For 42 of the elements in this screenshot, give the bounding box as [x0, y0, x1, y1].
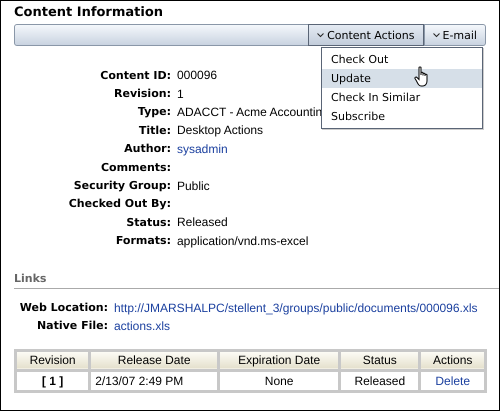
- section-title: Content Information: [14, 5, 164, 22]
- column-header: Expiration Date: [218, 350, 340, 370]
- menu-item[interactable]: Subscribe: [322, 107, 482, 126]
- column-header: Revision: [16, 350, 90, 370]
- field-label: Content ID:: [99, 68, 172, 82]
- field-value: 000096: [177, 68, 218, 82]
- chevron-icon: [317, 32, 324, 38]
- field-label: Security Group:: [72, 179, 172, 192]
- table-cell: None: [218, 370, 340, 392]
- menu-item[interactable]: Update: [322, 69, 482, 88]
- field-label: Checked Out By:: [68, 197, 172, 210]
- column-header: Release Date: [90, 350, 219, 370]
- field-label: Revision:: [113, 87, 172, 100]
- field-label: Author:: [123, 142, 172, 156]
- field-value: 1: [177, 86, 184, 101]
- field-value: Public: [177, 178, 210, 193]
- delete-link[interactable]: Delete: [420, 370, 486, 392]
- menu-item[interactable]: Check Out: [322, 50, 482, 69]
- field-value: application/vnd.ms-excel: [177, 234, 308, 248]
- column-header: Status: [340, 350, 420, 370]
- field-value: Released: [177, 215, 228, 230]
- field-label: Status:: [125, 216, 172, 229]
- menu-item[interactable]: Check In Similar: [322, 88, 482, 107]
- section-heading: Links: [14, 272, 499, 289]
- field-label: Title:: [138, 124, 172, 137]
- file-link[interactable]: http://JMARSHALPC/stellent_3/groups/public/documents/000096.xls: [114, 300, 478, 315]
- table-cell: Released: [340, 370, 420, 392]
- table-cell: 2/13/07 2:49 PM: [90, 370, 219, 392]
- table-cell: [ 1 ]: [16, 370, 90, 392]
- chevron-icon: [432, 32, 440, 38]
- menu-button[interactable]: Content Actions: [308, 24, 424, 46]
- column-header: Actions: [420, 350, 486, 370]
- field-value: ADACCT - Acme Accountin: [177, 104, 322, 119]
- link-label: Web Location:: [18, 301, 109, 314]
- field-label: Comments:: [100, 160, 172, 174]
- field-value: Desktop Actions: [177, 123, 264, 138]
- field-label: Type:: [136, 105, 172, 118]
- link-label: Native File:: [36, 319, 109, 332]
- field-label: Formats:: [114, 234, 172, 248]
- menu-button[interactable]: E-mail: [424, 25, 485, 45]
- file-link[interactable]: actions.xls: [114, 318, 170, 333]
- field-link[interactable]: sysadmin: [177, 142, 228, 156]
